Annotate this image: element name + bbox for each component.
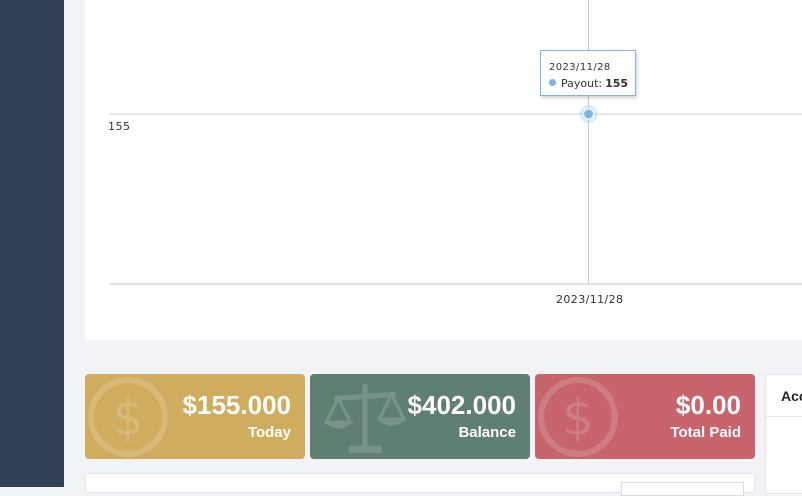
tooltip-row: Payout: 155: [549, 77, 628, 90]
bottom-panel-control[interactable]: [621, 482, 744, 496]
svg-text:$: $: [562, 388, 593, 446]
side-panel-title: Acc: [766, 375, 802, 417]
today-card[interactable]: $ $155.000 Today: [85, 374, 305, 459]
bottom-panel: [85, 473, 755, 496]
series-dot-icon: [549, 79, 556, 86]
balance-card[interactable]: $402.000 Balance: [310, 374, 530, 459]
dollar-icon: $: [538, 377, 618, 457]
tooltip-date: 2023/11/28: [549, 62, 611, 73]
sidebar: [0, 0, 64, 487]
total-paid-amount: $0.00: [675, 390, 741, 420]
scale-icon: [323, 384, 407, 453]
total-paid-card[interactable]: $ $0.00 Total Paid: [535, 374, 755, 459]
tooltip-value: 155: [605, 77, 629, 90]
payout-chart: 155 2023/11/28 2023/11/28 Payout: 155: [85, 0, 802, 340]
total-paid-label: Total Paid: [670, 424, 741, 441]
balance-label: Balance: [458, 424, 516, 441]
chart-svg: [110, 0, 802, 285]
today-amount: $155.000: [182, 390, 291, 420]
balance-amount: $402.000: [407, 390, 516, 420]
dollar-icon: $: [88, 377, 168, 457]
x-tick-label: 2023/11/28: [556, 293, 624, 306]
side-panel: Acc: [765, 374, 802, 494]
tooltip-series-name: Payout: [561, 77, 599, 90]
y-tick-label: 155: [108, 120, 131, 133]
svg-text:$: $: [112, 388, 143, 446]
chart-tooltip: 2023/11/28 Payout: 155: [540, 50, 636, 96]
data-point[interactable]: [583, 108, 594, 120]
today-label: Today: [247, 424, 291, 441]
